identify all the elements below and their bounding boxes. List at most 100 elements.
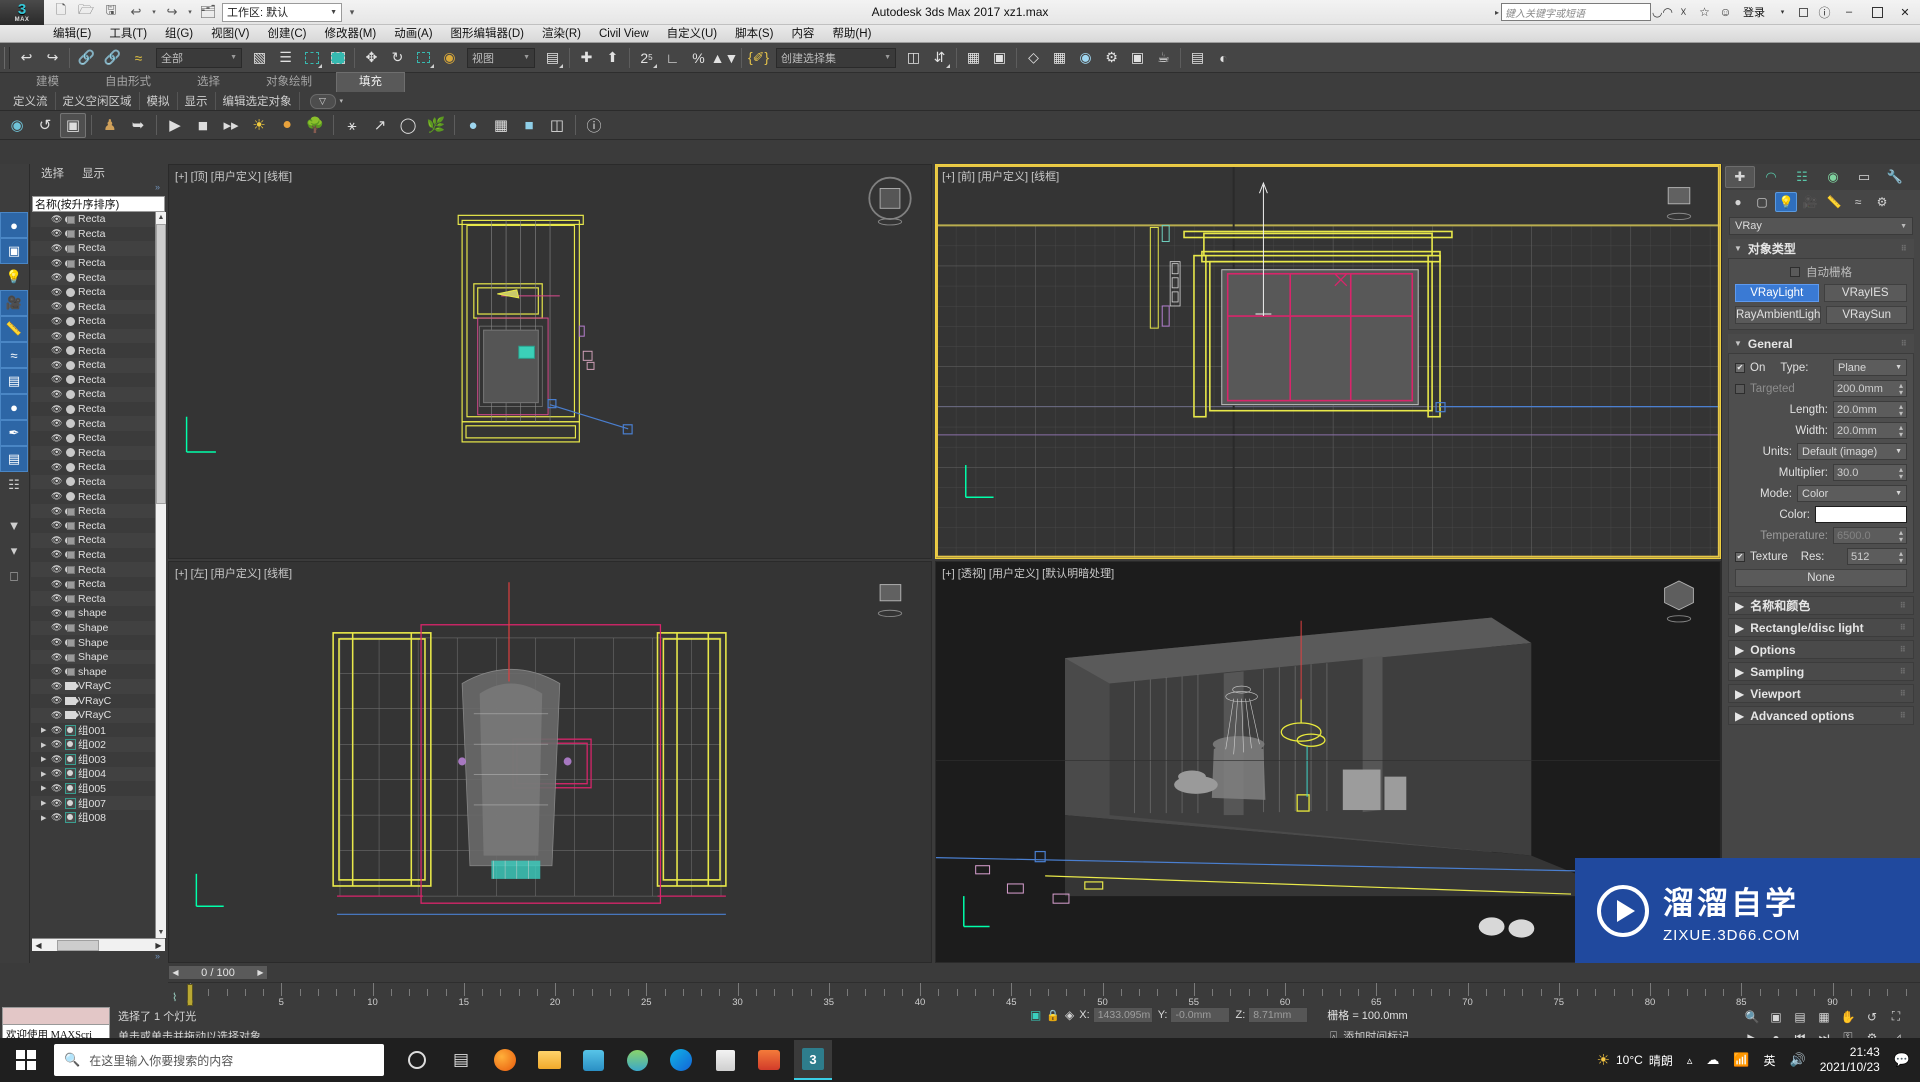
volume-icon[interactable]: 🔊 — [1790, 1052, 1806, 1068]
fill-direction-icon[interactable]: ➥ — [125, 113, 151, 138]
scene-explorer-row[interactable]: 👁 Recta — [31, 533, 155, 548]
menu-item-7[interactable]: 图形编辑器(D) — [442, 25, 533, 43]
spinner-arrows-icon[interactable]: ▴ ▾ — [1899, 423, 1903, 438]
visibility-eye-icon[interactable]: 👁 — [51, 214, 62, 225]
reference-coordinate-combo[interactable]: 视图 ▼ — [467, 47, 535, 68]
visibility-eye-icon[interactable]: 👁 — [51, 608, 62, 619]
visibility-eye-icon[interactable]: 👁 — [51, 447, 62, 458]
collapsed-rollout-2[interactable]: ▶ Options ⠿ — [1728, 640, 1914, 659]
visibility-eye-icon[interactable]: 👁 — [51, 228, 62, 239]
visibility-eye-icon[interactable]: 👁 — [51, 287, 62, 298]
length-spinner[interactable]: 20.0mm ▴ ▾ — [1833, 401, 1907, 418]
targeted-distance-spinner[interactable]: 200.0mm ▴ ▾ — [1833, 380, 1907, 397]
display-idle-icon[interactable]: ◯ — [395, 113, 421, 138]
undo-dropdown-icon[interactable]: ▾ — [150, 2, 158, 22]
binoculars-icon[interactable]: ◡◠ — [1652, 3, 1673, 22]
scene-explorer-row[interactable]: ▶ 👁 组002 — [31, 737, 155, 752]
scene-explorer-row[interactable]: ▶ 👁 组001 — [31, 723, 155, 738]
object-type-rollout-header[interactable]: ▼ 对象类型 ⠿ — [1728, 239, 1914, 258]
collapsed-rollout-5[interactable]: ▶ Advanced options ⠿ — [1728, 706, 1914, 725]
motion-tab[interactable]: ◉ — [1818, 166, 1848, 188]
spinner-arrows-icon[interactable]: ▴ ▾ — [1899, 549, 1903, 564]
visibility-eye-icon[interactable]: 👁 — [51, 666, 62, 677]
fill-help-icon[interactable]: ⓘ — [581, 113, 607, 138]
toolbar-grip[interactable] — [4, 46, 10, 69]
login-dropdown-icon[interactable]: ▾ — [1773, 3, 1792, 22]
scene-explorer-row[interactable]: 👁 Recta — [31, 416, 155, 431]
view-cube-left[interactable] — [863, 572, 917, 626]
select-and-scale-icon[interactable] — [411, 45, 436, 70]
media-icon[interactable] — [750, 1040, 788, 1080]
expand-triangle-icon[interactable]: ▶ — [41, 726, 49, 734]
fill-flow-icon[interactable]: ↺ — [32, 113, 58, 138]
viewport-front[interactable]: [+] [前] [用户定义] [线框] — [935, 164, 1721, 559]
fill-start-icon[interactable]: ◉ — [4, 113, 30, 138]
ribbon-tab-2[interactable]: 选择 — [175, 73, 242, 92]
schematic-view-icon[interactable]: ▦ — [1047, 45, 1072, 70]
units-dropdown[interactable]: Default (image) ▼ — [1797, 443, 1907, 460]
scene-explorer-row[interactable]: 👁 Shape — [31, 620, 155, 636]
ribbon-tab-1[interactable]: 自由形式 — [83, 73, 173, 92]
scene-explorer-row[interactable]: 👁 VRayC — [31, 694, 155, 709]
exchange-app-icon[interactable] — [1794, 3, 1813, 22]
visibility-eye-icon[interactable]: 👁 — [51, 243, 62, 254]
expand-triangle-icon[interactable]: ▶ — [41, 741, 49, 749]
scroll-right-icon[interactable]: ▶ — [152, 941, 165, 950]
scroll-down-icon[interactable]: ▼ — [156, 927, 166, 938]
photos-icon[interactable] — [574, 1040, 612, 1080]
scene-explorer-row[interactable]: 👁 Recta — [31, 548, 155, 563]
viewport-top-label[interactable]: [+] [顶] [用户定义] [线框] — [175, 168, 292, 184]
modify-tab[interactable]: ◠ — [1756, 166, 1786, 188]
texture-checkbox[interactable]: ✔ — [1735, 551, 1745, 562]
menu-item-0[interactable]: 编辑(E) — [44, 25, 100, 43]
select-and-manipulate-icon[interactable]: ✚ — [574, 45, 599, 70]
scene-explorer-row[interactable]: 👁 Recta — [31, 328, 155, 344]
visibility-eye-icon[interactable]: 👁 — [51, 768, 62, 779]
ime-indicator[interactable]: 英 — [1764, 1052, 1776, 1069]
menu-item-1[interactable]: 工具(T) — [100, 25, 156, 43]
action-center-icon[interactable]: 💬 — [1894, 1052, 1910, 1068]
3dsmax-taskbar-icon[interactable]: 3 — [794, 1040, 832, 1080]
menu-item-3[interactable]: 视图(V) — [202, 25, 258, 43]
select-geometry-icon[interactable]: ● — [0, 212, 28, 238]
curve-editor-toggle-icon[interactable]: ⌇ — [172, 991, 177, 1004]
scene-explorer-row[interactable]: 👁 Recta — [31, 445, 155, 461]
drag-handle-icon[interactable]: ⠿ — [1900, 667, 1907, 676]
simulate-step-icon[interactable]: ▸▸ — [218, 113, 244, 138]
chevron-down-icon[interactable]: ▾ — [340, 97, 344, 105]
align-icon[interactable]: ⇵ — [927, 45, 952, 70]
ribbon-tab-4[interactable]: 填充 — [336, 72, 405, 92]
fill-people-icon[interactable]: ♟ — [97, 113, 123, 138]
bind-to-space-warp-icon[interactable]: ≈ — [126, 45, 151, 70]
keyboard-shortcut-override-icon[interactable]: ⬆ — [600, 45, 625, 70]
tab-display[interactable]: 显示 — [82, 165, 105, 181]
scene-explorer-row[interactable]: 👁 Recta — [31, 270, 155, 285]
undo-button[interactable]: ↩ — [14, 45, 39, 70]
person-icon[interactable]: ☺ — [1716, 3, 1735, 22]
mirror-icon[interactable]: ◫ — [901, 45, 926, 70]
scene-explorer-row[interactable]: 👁 Recta — [31, 402, 155, 417]
pan-icon[interactable]: ✋ — [1837, 1007, 1859, 1026]
view-cube-front[interactable] — [1652, 175, 1706, 229]
general-rollout-header[interactable]: ▼ General ⠿ — [1728, 334, 1914, 353]
zoom-all-icon[interactable]: ▣ — [1765, 1007, 1787, 1026]
scene-explorer-row[interactable]: 👁 Recta — [31, 489, 155, 504]
filter-clear-icon[interactable]: ▼ — [0, 512, 28, 538]
visibility-eye-icon[interactable]: 👁 — [51, 462, 62, 473]
visibility-eye-icon[interactable]: 👁 — [51, 433, 62, 444]
visibility-eye-icon[interactable]: 👁 — [51, 622, 62, 633]
maximize-button[interactable] — [1864, 0, 1890, 24]
autogrid-checkbox[interactable]: ✔ — [1790, 267, 1800, 277]
select-containers-icon[interactable]: ▤ — [0, 446, 28, 472]
scene-explorer-row[interactable]: 👁 Recta — [31, 591, 155, 607]
visibility-eye-icon[interactable]: 👁 — [51, 476, 62, 487]
toggle-layer-explorer-icon[interactable]: ▣ — [987, 45, 1012, 70]
vraylight-button[interactable]: VRayLight — [1735, 284, 1819, 302]
spinner-arrows-icon[interactable]: ▴ ▾ — [1899, 381, 1903, 396]
scrollbar-thumb[interactable] — [57, 939, 99, 951]
select-groups-icon[interactable]: ☷ — [0, 472, 28, 498]
material-editor-icon[interactable]: ◉ — [1073, 45, 1098, 70]
scene-explorer-row[interactable]: 👁 Shape — [31, 649, 155, 665]
viewport-left-label[interactable]: [+] [左] [用户定义] [线框] — [175, 565, 292, 581]
utilities-tab[interactable]: 🔧 — [1880, 166, 1910, 188]
